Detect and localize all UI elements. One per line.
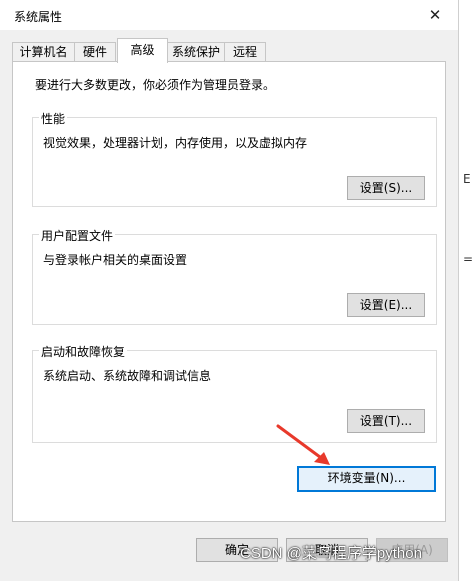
csdn-watermark: CSDN @菜鸟程序学python (240, 545, 422, 562)
performance-group: 性能 视觉效果，处理器计划，内存使用，以及虚拟内存 设置(S)... (32, 110, 437, 207)
startup-recovery-description: 系统启动、系统故障和调试信息 (43, 369, 212, 383)
advanced-tab-panel: 要进行大多数更改，你必须作为管理员登录。 性能 视觉效果，处理器计划，内存使用，… (12, 61, 446, 522)
admin-notice: 要进行大多数更改，你必须作为管理员登录。 (35, 78, 276, 92)
startup-recovery-settings-button[interactable]: 设置(T)... (347, 409, 425, 433)
user-profiles-group-title: 用户配置文件 (39, 227, 116, 244)
background-window-glyph: E (463, 172, 471, 186)
performance-settings-button[interactable]: 设置(S)... (347, 176, 425, 200)
tab-system-protection[interactable]: 系统保护 (167, 42, 225, 62)
user-profiles-group: 用户配置文件 与登录帐户相关的桌面设置 设置(E)... (32, 227, 437, 325)
tab-advanced[interactable]: 高级 (117, 38, 168, 63)
window-title: 系统属性 (14, 10, 63, 24)
startup-recovery-group-title: 启动和故障恢复 (39, 343, 128, 360)
tab-computer-name[interactable]: 计算机名 (12, 42, 75, 62)
system-properties-dialog: 系统属性 ✕ 计算机名 硬件 高级 系统保护 远程 要进行大多数更改，你必须作为… (0, 0, 459, 581)
arrow-shaft (276, 424, 326, 462)
performance-description: 视觉效果，处理器计划，内存使用，以及虚拟内存 (43, 136, 308, 150)
tab-hardware[interactable]: 硬件 (74, 42, 116, 62)
title-bar: 系统属性 ✕ (0, 0, 458, 30)
close-icon: ✕ (428, 6, 442, 24)
performance-group-title: 性能 (39, 110, 68, 127)
user-profiles-description: 与登录帐户相关的桌面设置 (43, 253, 188, 267)
background-window-glyph: = (463, 252, 474, 266)
close-button[interactable]: ✕ (412, 0, 458, 30)
tab-remote[interactable]: 远程 (224, 42, 266, 62)
startup-recovery-group: 启动和故障恢复 系统启动、系统故障和调试信息 设置(T)... (32, 343, 437, 443)
user-profiles-settings-button[interactable]: 设置(E)... (347, 293, 425, 317)
red-arrow-annotation (276, 424, 330, 465)
